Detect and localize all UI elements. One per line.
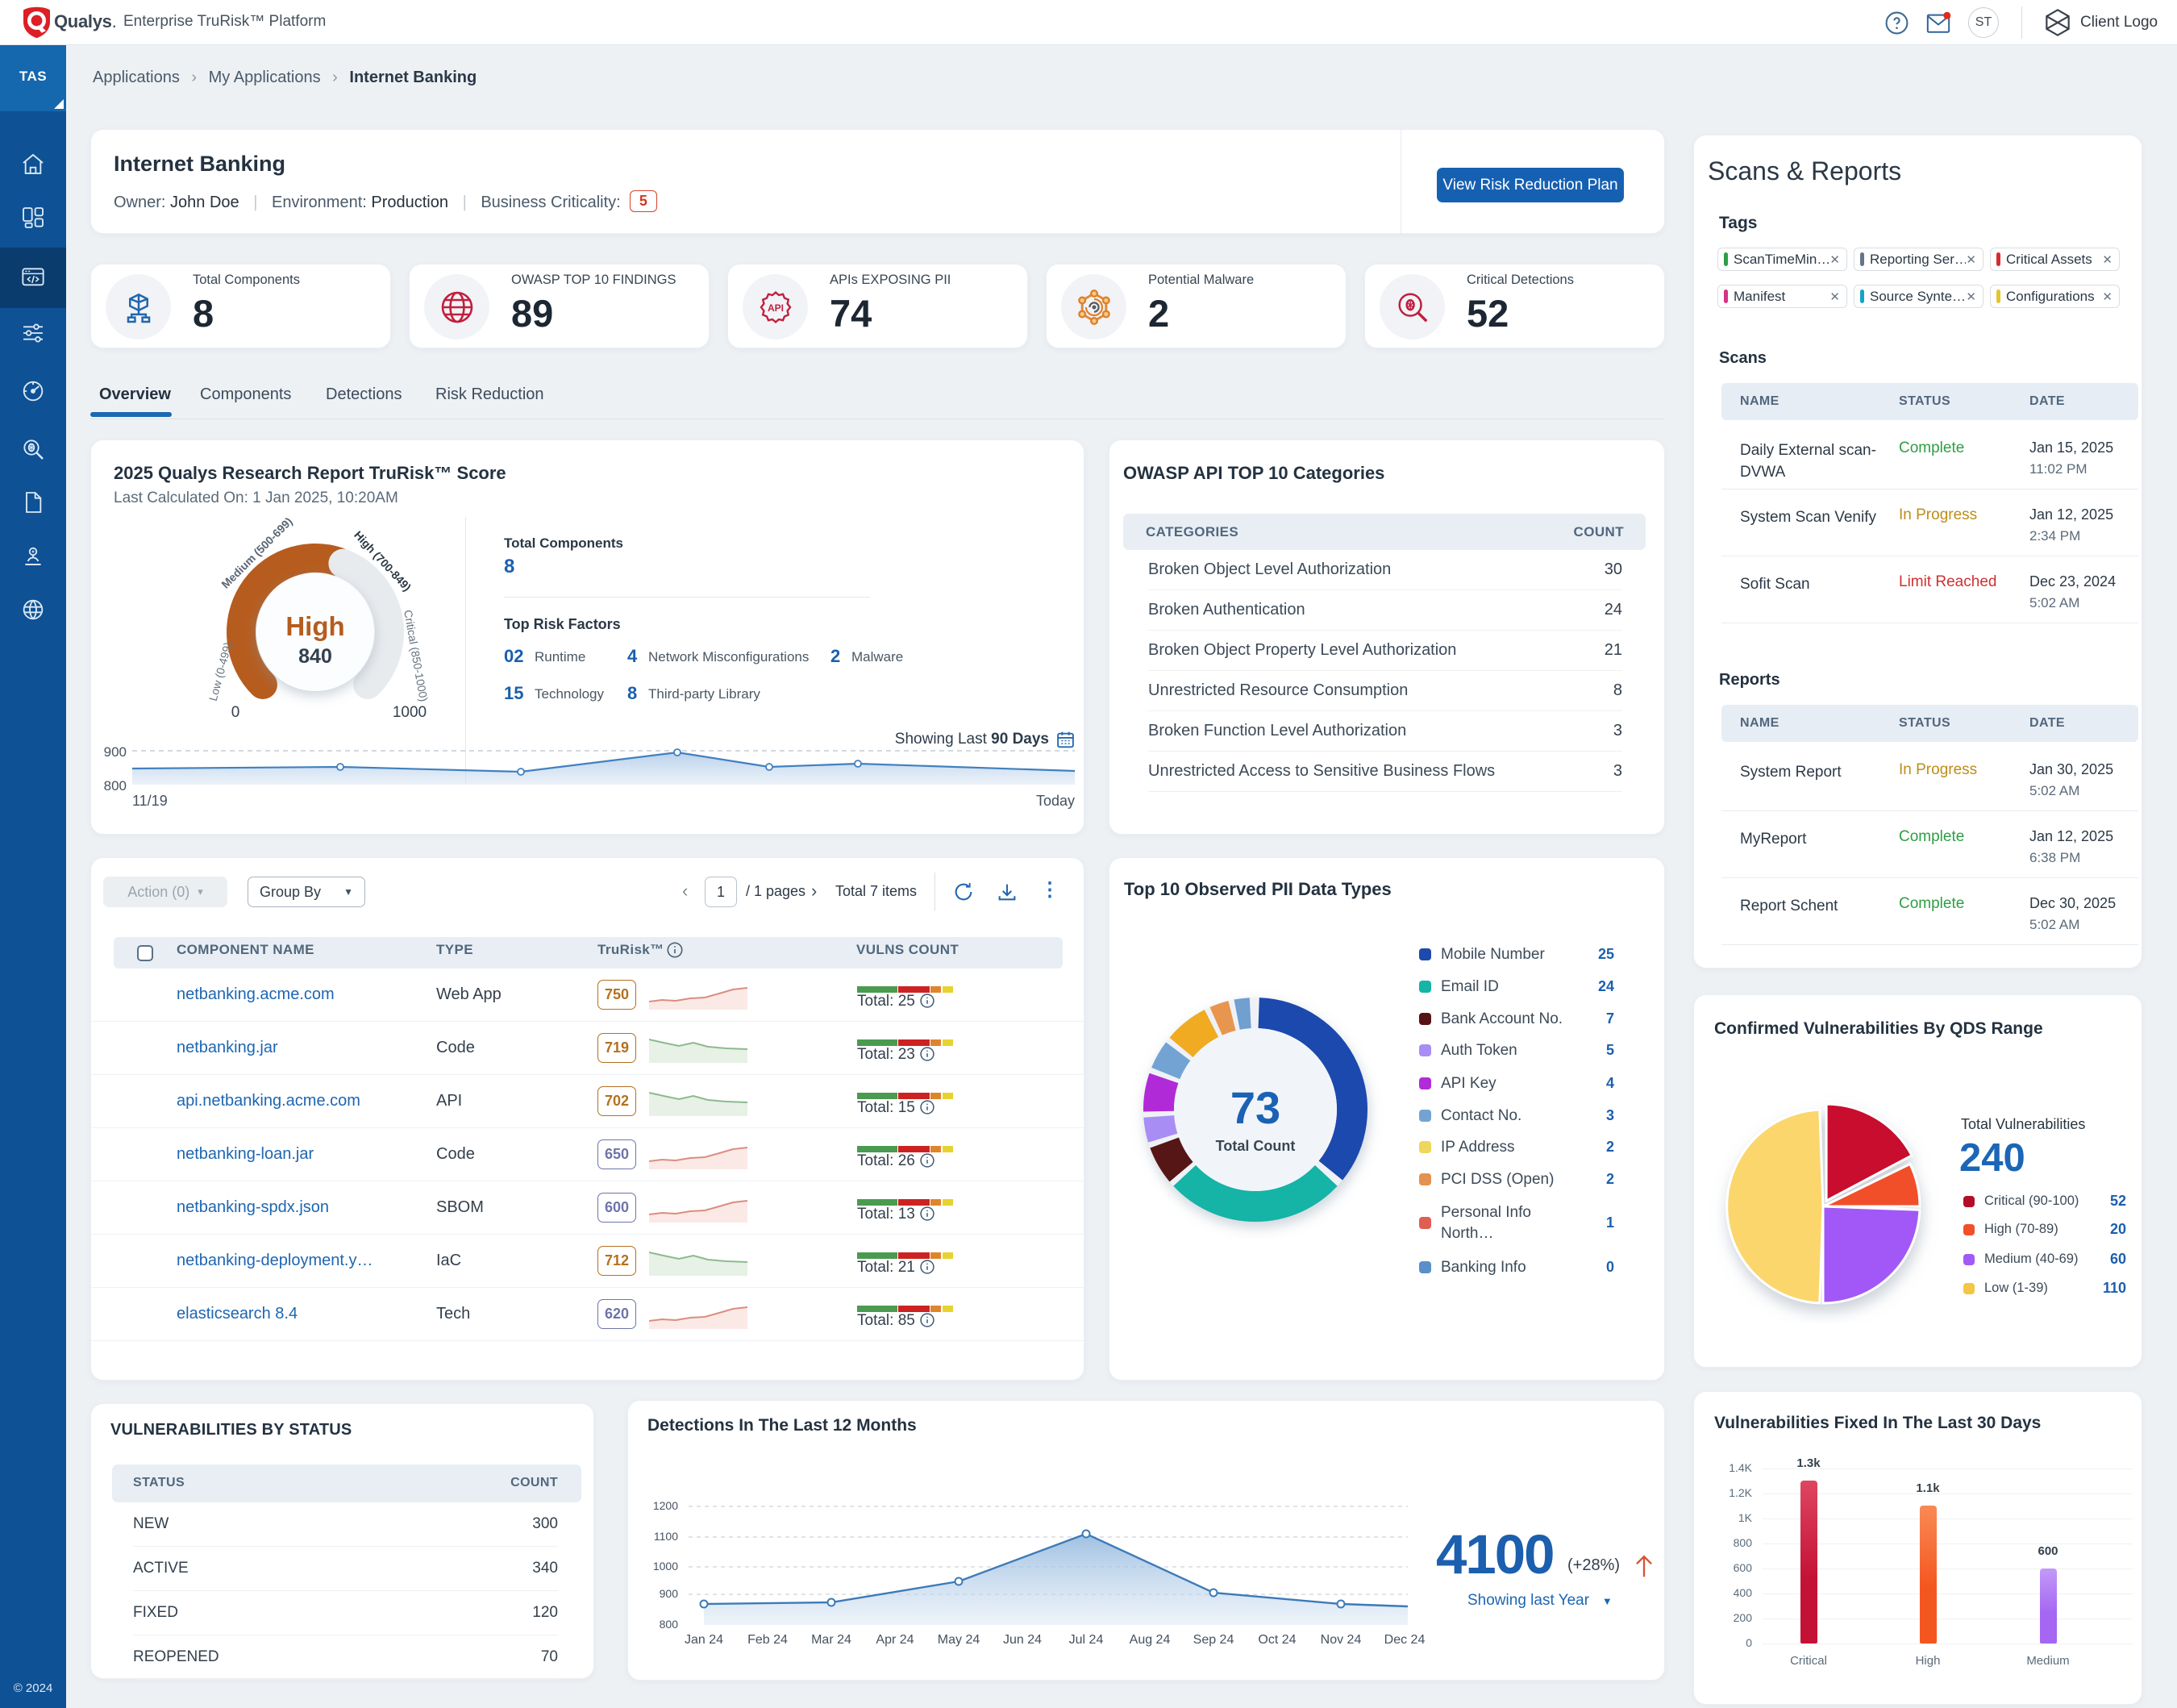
- svg-text:Low (0-499): Low (0-499): [206, 641, 235, 702]
- svg-text:High: High: [285, 611, 344, 641]
- svg-text:73: 73: [1230, 1082, 1280, 1133]
- svg-text:API: API: [767, 302, 783, 314]
- svg-text:Critical (850-1000): Critical (850-1000): [402, 609, 431, 702]
- svg-text:Total Count: Total Count: [1216, 1138, 1296, 1154]
- svg-text:0: 0: [231, 704, 240, 721]
- svg-text:1000: 1000: [393, 704, 427, 721]
- svg-text:840: 840: [298, 645, 332, 668]
